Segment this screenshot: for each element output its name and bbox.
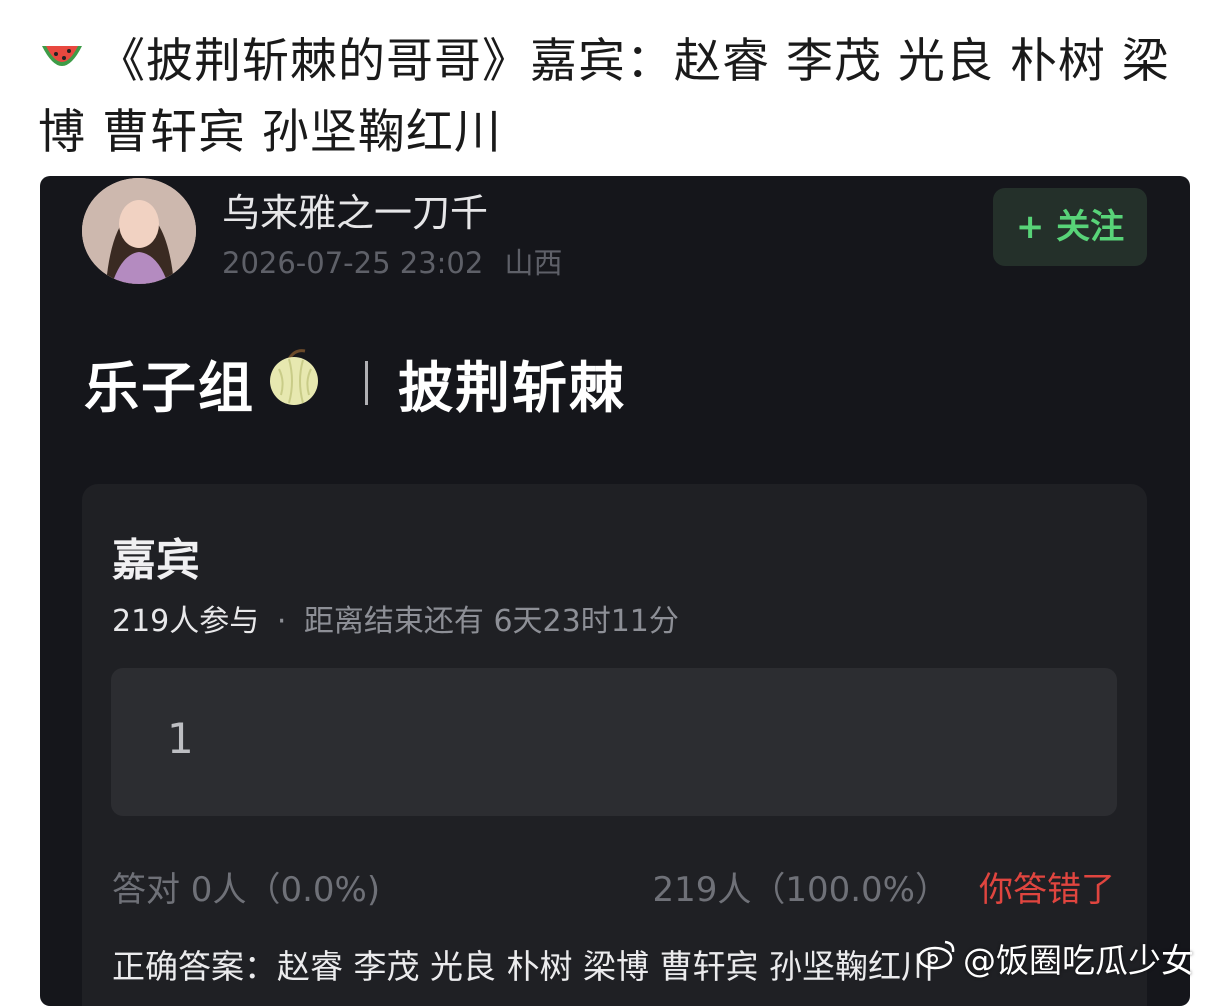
- post-headline: 《披荆斩棘的哥哥》嘉宾：赵睿 李茂 光良 朴树 梁博 曹轩宾 孙坚鞠红川: [38, 28, 1178, 167]
- post-title: 乐子组 披荆斩棘: [84, 347, 626, 420]
- melon-icon: [265, 347, 323, 420]
- post-timestamp: 2026-07-25 23:02: [222, 246, 484, 280]
- title-right: 披荆斩棘: [398, 356, 627, 420]
- headline-text: 《披荆斩棘的哥哥》嘉宾：赵睿 李茂 光良 朴树 梁博 曹轩宾 孙坚鞠红川: [38, 34, 1170, 160]
- title-divider: [365, 361, 369, 405]
- watermark: @饭圈吃瓜少女: [917, 934, 1194, 982]
- meta-separator: ·: [276, 604, 287, 639]
- weibo-icon: [917, 938, 957, 978]
- quiz-option[interactable]: 1: [111, 668, 1117, 816]
- wrong-stats-row: 219人（100.0%） 你答错了: [652, 862, 1115, 911]
- countdown: 距离结束还有 6天23时11分: [303, 604, 679, 639]
- watermark-text: @饭圈吃瓜少女: [963, 941, 1194, 980]
- participant-count: 219人参与: [112, 604, 260, 639]
- correct-stats: 答对 0人（0.0%): [112, 870, 381, 910]
- post-meta: 2026-07-25 23:02 山西: [222, 240, 563, 282]
- avatar[interactable]: [82, 178, 196, 284]
- quiz-title: 嘉宾: [112, 535, 200, 586]
- wrong-stats: 219人（100.0%）: [652, 870, 949, 910]
- quiz-panel: 嘉宾 219人参与 · 距离结束还有 6天23时11分 1 答对 0人（0.0%…: [82, 484, 1147, 1006]
- username[interactable]: 乌来雅之一刀千: [222, 182, 488, 237]
- quiz-meta: 219人参与 · 距离结束还有 6天23时11分: [112, 596, 679, 640]
- follow-button[interactable]: + 关注: [993, 188, 1147, 266]
- watermelon-icon: [38, 31, 86, 99]
- correct-answer: 正确答案：赵睿 李茂 光良 朴树 梁博 曹轩宾 孙坚鞠红川: [112, 947, 934, 986]
- option-text: 1: [167, 714, 194, 763]
- post-location: 山西: [504, 246, 563, 280]
- post-card: 乌来雅之一刀千 2026-07-25 23:02 山西 + 关注 乐子组 披荆斩…: [40, 176, 1190, 1006]
- result-label: 你答错了: [979, 870, 1115, 910]
- title-left: 乐子组: [84, 356, 256, 420]
